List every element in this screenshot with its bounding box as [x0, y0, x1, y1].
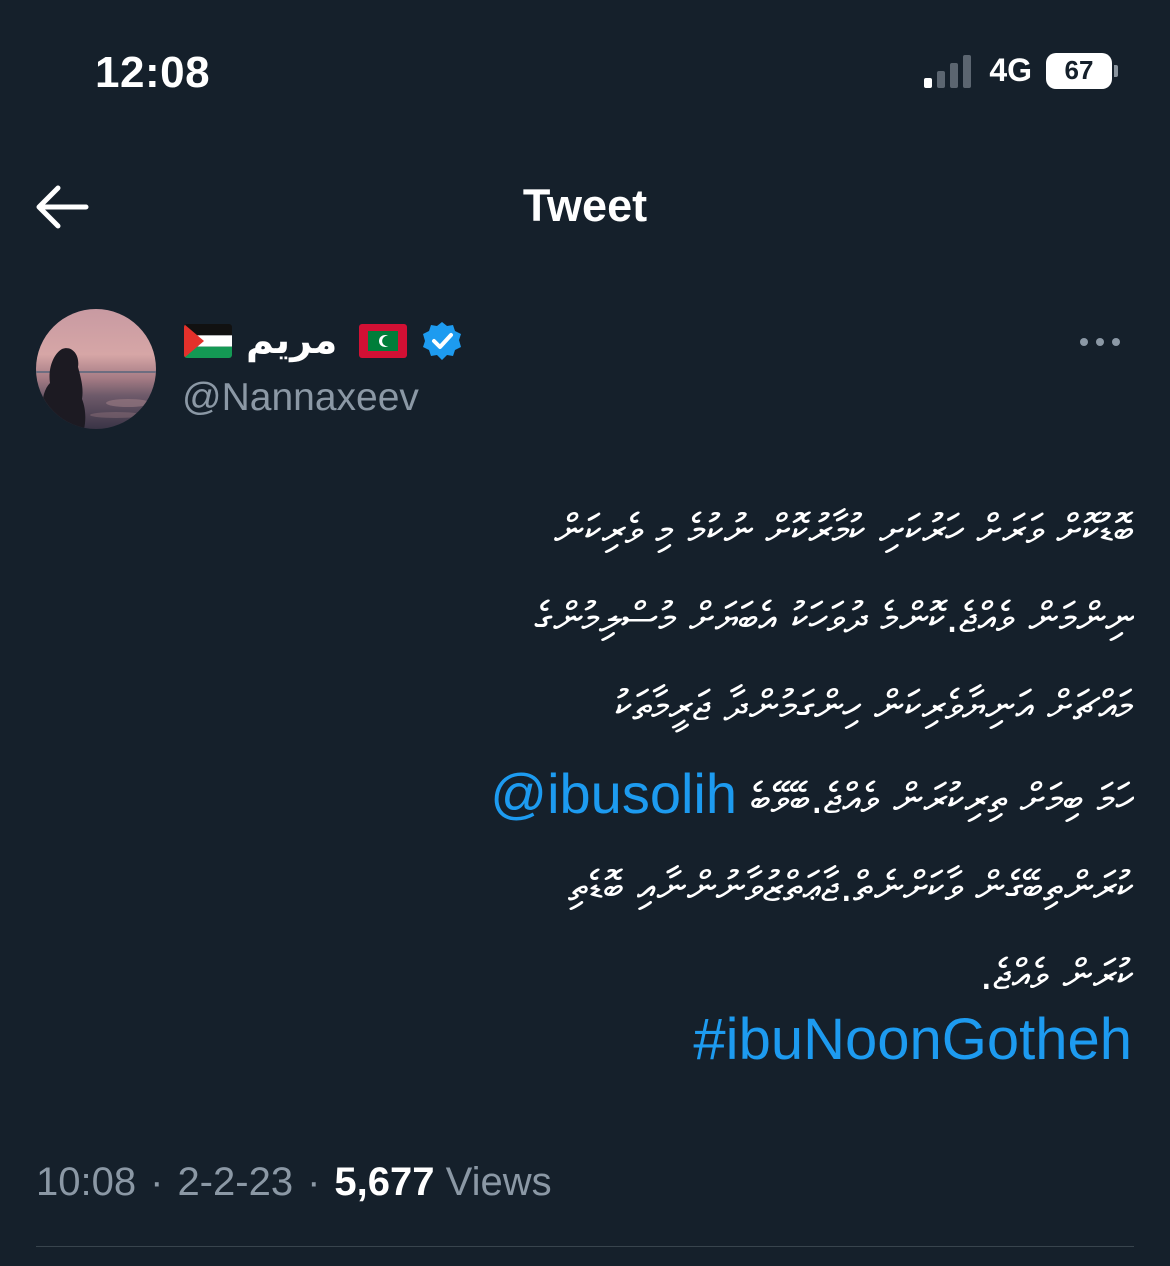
battery-icon: 67	[1046, 52, 1112, 89]
cellular-signal-icon	[924, 54, 972, 88]
battery-tip	[1114, 64, 1118, 77]
network-type: 4G	[989, 52, 1032, 88]
meta-separator: ·	[307, 1160, 321, 1204]
tweet-time: 10:08	[36, 1160, 137, 1204]
battery-level: 67	[1064, 55, 1094, 85]
avatar[interactable]	[36, 309, 156, 429]
status-time: 12:08	[95, 48, 211, 97]
mention-link[interactable]: @ibusolih	[490, 762, 737, 825]
divider	[36, 1246, 1134, 1247]
meta-separator: ·	[150, 1160, 164, 1204]
author-username[interactable]: @Nannaxeev	[182, 376, 419, 420]
tweet-date: 2-2-23	[177, 1160, 294, 1204]
tweet-meta: 10:08 · 2-2-23 · 5,677 Views	[36, 1160, 552, 1205]
tweet-line: ނިންމަން ވެއްޖެ.ކޮންމެ ދުވަހަކު އެބަޔަށް…	[534, 593, 1134, 642]
page-title: Tweet	[522, 180, 648, 231]
more-options-button[interactable]	[1070, 322, 1130, 362]
tweet-line: ކުރަންތިބޭގެން ވާކަށްނެތް.ޖާޢަތްޒުވާނުން…	[568, 862, 1134, 911]
avatar-image	[36, 348, 156, 429]
mention-suffix-text: ހަމަ ބިމަށް ތިރިކުރަން ވެއްޖެ.ބޭވޭބެ	[750, 774, 1134, 823]
tweet-body: ބޮޑުކޮށް ވަރަށް ހަރުކަށި ކުމާރުކޮށް ނުކު…	[60, 486, 1134, 1019]
tweet-screen: 12:08 4G 67 Tweet مريم @Nannaxeev ބޮޑުކޮ…	[0, 0, 1170, 1266]
views-count: 5,677	[334, 1160, 435, 1204]
tweet-mention-line: ހަމަ ބިމަށް ތިރިކުރަން ވެއްޖެ.ބޭވޭބެ @ib…	[60, 750, 1134, 843]
verified-badge-icon	[421, 320, 463, 362]
views-link[interactable]: 5,677 Views	[334, 1160, 551, 1205]
hashtag-link[interactable]: #ibuNoonGotheh	[693, 1006, 1132, 1073]
maldives-flag-icon	[359, 323, 408, 358]
tweet-line: މައްޗަށް އަނިޔާވެރިކަން ހިންގަމުންދާ ޖަރ…	[614, 681, 1134, 730]
tweet-line: ބޮޑުކޮށް ވަރަށް ހަރުކަށި ކުމާރުކޮށް ނުކު…	[554, 505, 1134, 554]
views-label: Views	[445, 1160, 552, 1204]
palestine-flag-icon	[184, 323, 232, 358]
status-bar-right: 4G 67	[924, 52, 1118, 89]
author-display-name: مريم	[246, 320, 338, 362]
more-dots-icon	[1080, 338, 1120, 346]
author-name-row[interactable]: مريم	[184, 318, 463, 363]
